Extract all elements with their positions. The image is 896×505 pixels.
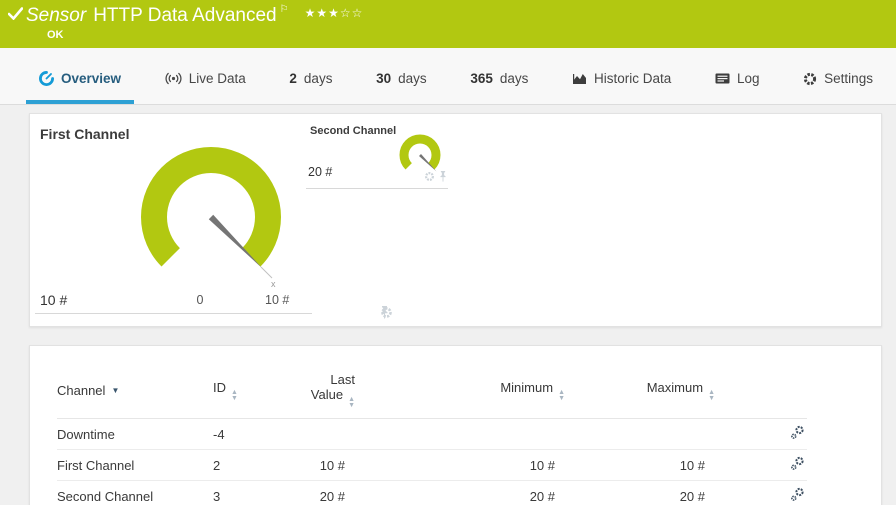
tab-historic-data[interactable]: Historic Data (559, 60, 684, 97)
log-icon (715, 73, 730, 84)
object-kind-label: Sensor (26, 5, 87, 26)
channel-settings-icon[interactable] (790, 487, 805, 505)
channel-settings-icon[interactable] (790, 456, 805, 474)
channel-last-value: 10 # (300, 449, 355, 481)
channels-table: Channel ▼ ID ▲ ▼ Last Value ▲ ▼ Minimum ▲ ▼ Max… (57, 368, 807, 505)
channel-id: 3 (213, 480, 300, 505)
priority-flag-icon[interactable]: ⚐ (280, 4, 289, 15)
gauge-current-value: 20 # (308, 165, 333, 179)
gauge-second-channel[interactable]: Second Channel 20 # (306, 121, 448, 189)
gauge-scale-max: 10 # (265, 293, 290, 307)
channel-settings-icon[interactable] (790, 425, 805, 443)
sort-icon: ▲ ▼ (708, 388, 715, 402)
gauge-scale-min: 0 (196, 293, 204, 307)
tab-live-data[interactable]: Live Data (152, 60, 259, 97)
column-header-id[interactable]: ID ▲ ▼ (213, 368, 300, 419)
tab-label: Overview (61, 71, 122, 86)
channel-maximum (565, 418, 715, 450)
ok-check-icon (7, 7, 24, 25)
widget-pin-icon[interactable] (439, 169, 447, 187)
channel-maximum: 10 # (565, 449, 715, 481)
channel-minimum: 10 # (355, 449, 565, 481)
sensor-tab-bar: Overview Live Data 2 days 30 days 365 da… (0, 48, 896, 105)
channel-minimum (355, 418, 565, 450)
status-badge: OK (47, 29, 64, 41)
tab-label: Settings (824, 71, 873, 86)
channels-panel: Channel ▼ ID ▲ ▼ Last Value ▲ ▼ Minimum ▲ ▼ Max… (29, 345, 882, 505)
gauge-dial: x (141, 147, 281, 289)
area-chart-icon (572, 73, 587, 85)
tab-label: Log (736, 71, 760, 86)
channel-last-value: 20 # (300, 480, 355, 505)
channel-id: -4 (213, 418, 300, 450)
needle-tip-marker: x (271, 279, 276, 289)
channel-maximum: 20 # (565, 480, 715, 505)
widget-gear-icon[interactable] (424, 169, 435, 187)
sort-icon: ▲ ▼ (231, 388, 238, 402)
tab-overview[interactable]: Overview (26, 60, 135, 104)
sensor-title: HTTP Data Advanced (93, 5, 277, 26)
tab-settings[interactable]: Settings (790, 60, 886, 97)
table-row: Second Channel 3 20 # 20 # 20 # (57, 480, 807, 505)
broadcast-icon (165, 72, 182, 85)
tab-label: Live Data (188, 71, 246, 86)
column-header-last-value[interactable]: Last Value ▲ ▼ (300, 368, 355, 419)
sort-desc-icon: ▼ (111, 386, 120, 395)
sort-icon: ▲ ▼ (558, 388, 565, 402)
channel-name[interactable]: Downtime (57, 418, 213, 450)
table-row: Downtime -4 (57, 418, 807, 450)
tab-label: days (499, 71, 529, 86)
gauge-title: Second Channel (310, 125, 397, 137)
tab-label: Historic Data (594, 71, 672, 86)
tab-label: days (398, 71, 427, 86)
gauge-first-channel[interactable]: First Channel x 0 10 # 10 # (35, 121, 392, 319)
channel-name[interactable]: First Channel (57, 449, 213, 481)
sort-icon: ▲ ▼ (348, 396, 355, 409)
column-header-maximum[interactable]: Maximum ▲ ▼ (565, 368, 715, 419)
gauge-icon (39, 71, 54, 86)
gauge-current-value: 10 # (40, 292, 68, 308)
tab-2-days[interactable]: 2 days (276, 60, 345, 97)
gear-icon (803, 72, 817, 86)
tab-30-days[interactable]: 30 days (363, 60, 440, 97)
channel-name[interactable]: Second Channel (57, 480, 213, 505)
gauges-panel: First Channel x 0 10 # 10 # Second Chann… (29, 113, 882, 327)
sensor-header: Sensor HTTP Data Advanced ⚐ ★★★☆☆ OK (0, 0, 896, 48)
table-header-row: Channel ▼ ID ▲ ▼ Last Value ▲ ▼ Minimum ▲ ▼ Max… (57, 368, 807, 419)
channel-id: 2 (213, 449, 300, 481)
column-header-minimum[interactable]: Minimum ▲ ▼ (355, 368, 565, 419)
tab-365-days[interactable]: 365 days (457, 60, 541, 97)
table-row: First Channel 2 10 # 10 # 10 # (57, 449, 807, 481)
channel-minimum: 20 # (355, 480, 565, 505)
tab-label: days (303, 71, 333, 86)
priority-stars[interactable]: ★★★☆☆ (305, 6, 364, 20)
column-header-channel[interactable]: Channel ▼ (57, 368, 213, 419)
channel-last-value (300, 418, 355, 450)
tab-log[interactable]: Log (702, 60, 773, 97)
